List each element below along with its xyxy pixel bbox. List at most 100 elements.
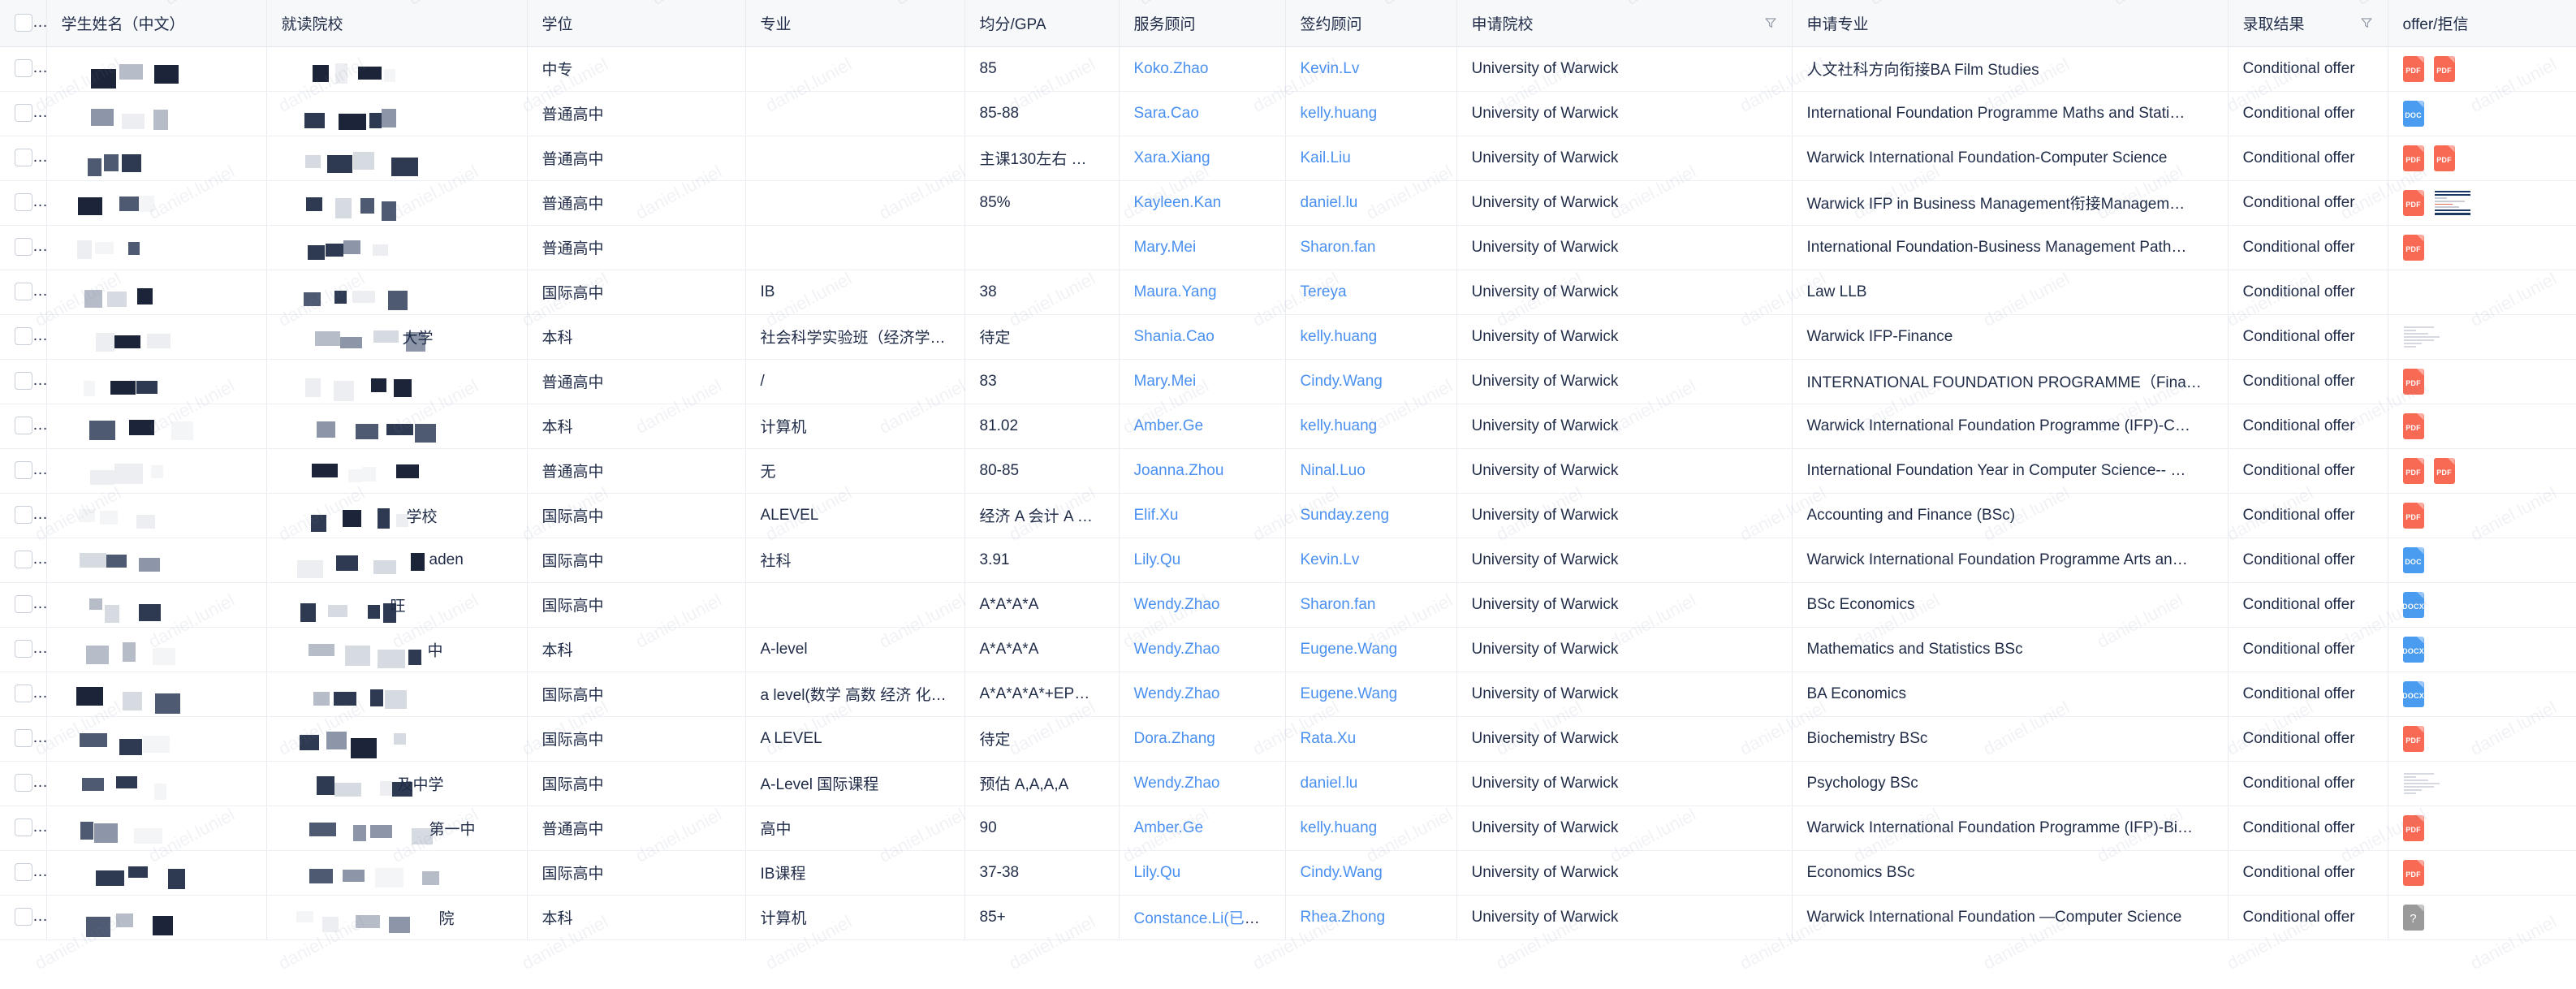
signing-consultant-link[interactable]: Tereya (1301, 283, 1347, 300)
pdf-file-icon[interactable]: PDF (2402, 502, 2424, 529)
pdf-file-icon[interactable]: PDF (2402, 368, 2424, 395)
row-select-cell (0, 805, 47, 851)
signing-consultant-link[interactable]: Cindy.Wang (1301, 864, 1383, 881)
service-consultant-link[interactable]: Wendy.Zhao (1134, 596, 1220, 613)
row-select-checkbox[interactable] (15, 595, 32, 614)
filter-icon[interactable] (1764, 16, 1777, 29)
pdf-file-icon[interactable]: PDF (2402, 814, 2424, 841)
degree-text: 本科 (542, 419, 573, 436)
pdf-file-icon[interactable]: PDF (2433, 145, 2455, 171)
offer-files-cell (2388, 314, 2576, 360)
docx-file-icon[interactable]: DOCX (2402, 636, 2424, 663)
pdf-file-icon[interactable]: PDF (2402, 189, 2424, 216)
column-header-program[interactable]: 申请专业 (1792, 0, 2229, 47)
row-select-checkbox[interactable] (15, 640, 32, 659)
row-select-checkbox[interactable] (15, 59, 32, 78)
pdf-file-icon[interactable]: PDF (2402, 457, 2424, 484)
row-select-checkbox[interactable] (15, 149, 32, 167)
column-header-result[interactable]: 录取结果 (2228, 0, 2388, 47)
signing-consultant-link[interactable]: kelly.huang (1301, 417, 1378, 434)
service-consultant-link[interactable]: Amber.Ge (1134, 417, 1204, 434)
row-select-checkbox[interactable] (15, 283, 32, 301)
service-consultant-link[interactable]: Koko.Zhao (1134, 60, 1209, 77)
service-consultant-link[interactable]: Mary.Mei (1134, 239, 1197, 256)
service-consultant-link[interactable]: Dora.Zhang (1134, 730, 1215, 747)
service-consultant-link[interactable]: Wendy.Zhao (1134, 641, 1220, 658)
column-header-files[interactable]: offer/拒信 (2388, 0, 2576, 47)
docx-file-icon[interactable]: DOCX (2402, 591, 2424, 618)
pdf-file-icon[interactable]: PDF (2402, 725, 2424, 752)
signing-consultant-link[interactable]: kelly.huang (1301, 819, 1378, 836)
row-select-checkbox[interactable] (15, 372, 32, 391)
service-consultant-link[interactable]: Joanna.Zhou (1134, 462, 1224, 479)
column-header-school[interactable]: 就读院校 (266, 0, 528, 47)
column-header-degree[interactable]: 学位 (527, 0, 746, 47)
pdf-file-icon[interactable]: PDF (2402, 55, 2424, 82)
column-header-name[interactable]: 学生姓名（中文） (46, 0, 267, 47)
service-consultant-link[interactable]: Elif.Xu (1134, 507, 1179, 524)
column-header-major[interactable]: 专业 (745, 0, 965, 47)
signing-consultant-link[interactable]: daniel.lu (1301, 775, 1358, 792)
pdf-file-icon[interactable]: PDF (2402, 859, 2424, 886)
row-select-checkbox[interactable] (15, 238, 32, 257)
select-all-checkbox[interactable] (15, 14, 32, 32)
column-header-sign[interactable]: 签约顾问 (1285, 0, 1457, 47)
service-consultant-link[interactable]: Maura.Yang (1134, 283, 1217, 300)
signing-consultant-link[interactable]: Rata.Xu (1301, 730, 1357, 747)
service-consultant-link[interactable]: Wendy.Zhao (1134, 685, 1220, 702)
signing-consultant-link[interactable]: Eugene.Wang (1301, 685, 1398, 702)
doc-file-icon[interactable]: DOC (2402, 546, 2424, 573)
row-select-checkbox[interactable] (15, 908, 32, 926)
doc-file-icon[interactable]: DOC (2402, 100, 2424, 127)
row-select-checkbox[interactable] (15, 461, 32, 480)
pdf-file-icon[interactable]: PDF (2433, 457, 2455, 484)
signing-consultant-link[interactable]: kelly.huang (1301, 105, 1378, 122)
signing-consultant-link[interactable]: Kail.Liu (1301, 149, 1351, 166)
column-header-uni[interactable]: 申请院校 (1456, 0, 1793, 47)
row-select-checkbox[interactable] (15, 729, 32, 748)
row-select-checkbox[interactable] (15, 863, 32, 882)
row-select-checkbox[interactable] (15, 327, 32, 346)
signing-consultant-link[interactable]: Kevin.Lv (1301, 60, 1360, 77)
signing-consultant-link[interactable]: Ninal.Luo (1301, 462, 1366, 479)
signing-consultant-link[interactable]: Sharon.fan (1301, 596, 1376, 613)
service-consultant-link[interactable]: Wendy.Zhao (1134, 775, 1220, 792)
signing-consultant-link[interactable]: Sunday.zeng (1301, 507, 1390, 524)
signing-consultant-link[interactable]: kelly.huang (1301, 328, 1378, 345)
service-consultant-link[interactable]: Xara.Xiang (1134, 149, 1210, 166)
row-select-checkbox[interactable] (15, 506, 32, 525)
pdf-file-icon[interactable]: PDF (2402, 234, 2424, 261)
service-consultant-link[interactable]: Shania.Cao (1134, 328, 1215, 345)
docx-file-icon[interactable]: DOCX (2402, 680, 2424, 707)
row-select-checkbox[interactable] (15, 104, 32, 123)
pdf-file-icon[interactable]: PDF (2433, 55, 2455, 82)
pdf-file-icon[interactable]: PDF (2402, 145, 2424, 171)
document-thumbnail-icon[interactable] (2433, 188, 2471, 217)
unknown-file-icon[interactable]: ? (2402, 904, 2424, 931)
signing-consultant-link[interactable]: Kevin.Lv (1301, 551, 1360, 568)
service-consultant-link[interactable]: Lily.Qu (1134, 864, 1181, 881)
service-consultant-link[interactable]: Mary.Mei (1134, 373, 1197, 390)
service-consultant-link[interactable]: Amber.Ge (1134, 819, 1204, 836)
letter-thumbnail-icon[interactable] (2402, 322, 2440, 351)
row-select-checkbox[interactable] (15, 818, 32, 837)
service-consultant-link[interactable]: Sara.Cao (1134, 105, 1199, 122)
pdf-file-icon[interactable]: PDF (2402, 412, 2424, 439)
row-select-checkbox[interactable] (15, 551, 32, 569)
signing-consultant-link[interactable]: Sharon.fan (1301, 239, 1376, 256)
filter-icon[interactable] (2360, 16, 2373, 29)
signing-consultant-link[interactable]: Eugene.Wang (1301, 641, 1398, 658)
row-select-checkbox[interactable] (15, 193, 32, 212)
row-select-checkbox[interactable] (15, 774, 32, 792)
service-consultant-link[interactable]: Lily.Qu (1134, 551, 1181, 568)
letter-thumbnail-icon[interactable] (2402, 769, 2440, 797)
column-header-service[interactable]: 服务顾问 (1119, 0, 1286, 47)
service-consultant-link[interactable]: Constance.Li(已离职) (1134, 910, 1281, 927)
column-header-gpa[interactable]: 均分/GPA (964, 0, 1120, 47)
row-select-checkbox[interactable] (15, 685, 32, 703)
signing-consultant-link[interactable]: Rhea.Zhong (1301, 909, 1386, 926)
signing-consultant-link[interactable]: daniel.lu (1301, 194, 1358, 211)
row-select-checkbox[interactable] (15, 417, 32, 435)
service-consultant-link[interactable]: Kayleen.Kan (1134, 194, 1222, 211)
signing-consultant-link[interactable]: Cindy.Wang (1301, 373, 1383, 390)
